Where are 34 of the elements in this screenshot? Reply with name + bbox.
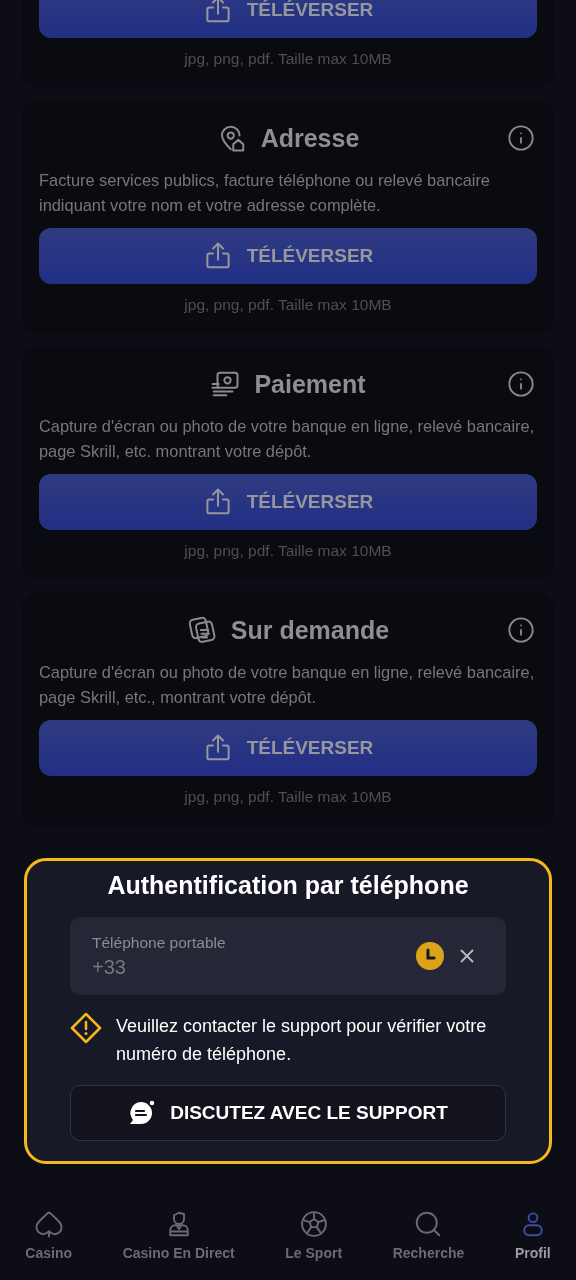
nav-tab[interactable]: Casino En Direct <box>122 1209 235 1261</box>
card-description: Capture d'écran ou photo de votre banque en ligne, relevé bancaire, page Skrill, etc., montrant votre dépôt. <box>39 662 536 708</box>
clock-icon <box>416 942 444 970</box>
field-label: Téléphone portable <box>92 933 227 952</box>
card-title: Adresse <box>260 123 360 153</box>
info-icon[interactable] <box>507 616 535 644</box>
warning-text: Veuillez contacter le support pour vérifier votre numéro de téléphone. <box>116 1015 488 1066</box>
file-note: jpg, png, pdf. Taille max 10MB <box>184 295 392 314</box>
documents-icon <box>186 615 217 645</box>
card-description: Facture services publics, facture téléphone ou relevé bancaire indiquant votre nom et votre adresse complète. <box>39 170 491 216</box>
spade-icon <box>33 1209 64 1239</box>
chat-icon <box>128 1099 157 1127</box>
file-note: jpg, png, pdf. Taille max 10MB <box>184 541 392 560</box>
nav-tab[interactable]: Recherche <box>392 1209 465 1261</box>
upload-button[interactable]: TÉLÉVERSER <box>39 720 537 776</box>
upload-button[interactable]: TÉLÉVERSER <box>39 474 537 530</box>
support-chat-button[interactable]: DISCUTEZ AVEC LE SUPPORT <box>70 1085 506 1141</box>
phone-input[interactable]: +33 <box>92 955 292 979</box>
info-icon[interactable] <box>507 370 535 398</box>
football-icon <box>298 1209 329 1239</box>
card-title: Paiement <box>254 369 366 399</box>
nav-tab[interactable]: Casino <box>25 1209 72 1261</box>
warning-icon <box>70 1012 102 1044</box>
nav-tab[interactable]: Le Sport <box>285 1209 343 1261</box>
info-icon[interactable] <box>507 124 535 152</box>
card-title: Sur demande <box>230 615 390 645</box>
file-note: jpg, png, pdf. Taille max 10MB <box>184 49 392 68</box>
payment-card-icon <box>210 369 241 399</box>
file-note: jpg, png, pdf. Taille max 10MB <box>184 787 392 806</box>
nav-tab[interactable]: Profil <box>514 1209 551 1261</box>
card-description: Capture d'écran ou photo de votre banque en ligne, relevé bancaire, page Skrill, etc. montrant votre dépôt. <box>39 416 536 462</box>
section-title: Authentification par téléphone <box>106 871 470 900</box>
upload-button[interactable]: TÉLÉVERSER <box>39 228 537 284</box>
upload-button[interactable]: TÉLÉVERSER <box>39 0 537 38</box>
